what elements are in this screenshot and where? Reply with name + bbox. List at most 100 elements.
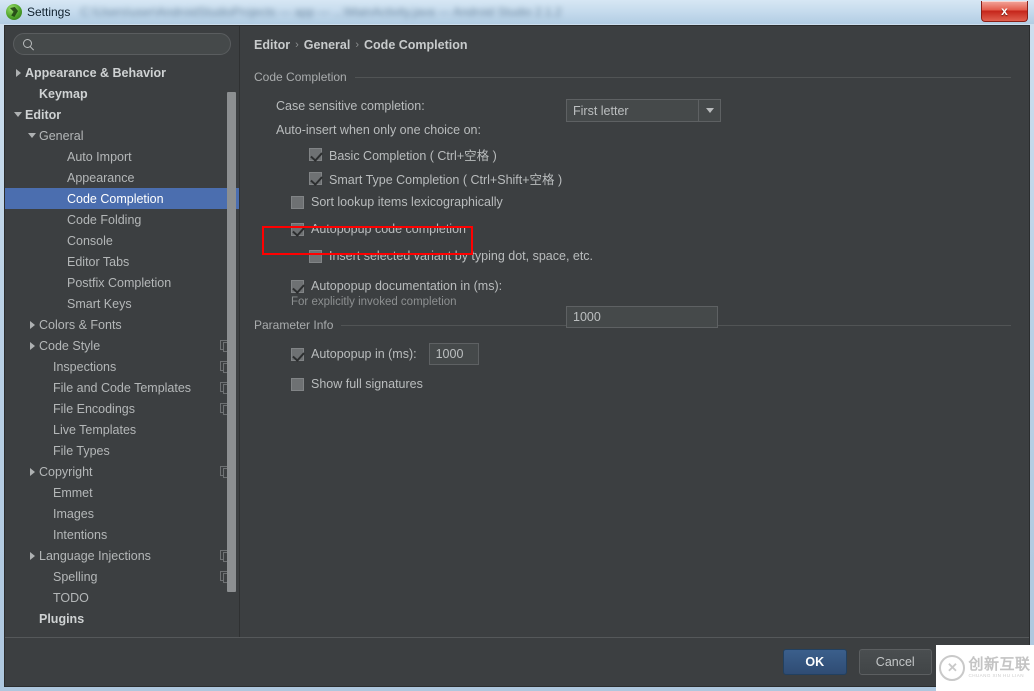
group-header-code-completion: Code Completion	[254, 70, 1015, 84]
chevron-right-icon[interactable]	[25, 552, 39, 560]
chevron-down-icon[interactable]	[25, 133, 39, 138]
sidebar-item-label: Intentions	[53, 527, 108, 542]
autopopup-documentation-input[interactable]	[566, 306, 718, 328]
window-title-blurred-suffix: C:\Users\user\AndroidStudioProjects — ap…	[80, 5, 562, 19]
sidebar-item-emmet[interactable]: Emmet	[5, 482, 239, 503]
breadcrumb-code-completion: Code Completion	[364, 38, 468, 52]
sidebar-item-postfix-completion[interactable]: Postfix Completion	[5, 272, 239, 293]
show-full-signatures-checkbox[interactable]	[291, 377, 304, 391]
settings-tree[interactable]: Appearance & Behavior Keymap Editor General…	[5, 60, 239, 637]
row-parameter-autopopup[interactable]: Autopopup in (ms):	[254, 342, 1015, 366]
group-title-code-completion: Code Completion	[254, 70, 347, 84]
sidebar-item-auto-import[interactable]: Auto Import	[5, 146, 239, 167]
breadcrumb: Editor › General › Code Completion	[254, 38, 1015, 52]
sidebar-item-language-injections[interactable]: Language Injections	[5, 545, 239, 566]
row-show-full-signatures[interactable]: Show full signatures	[254, 372, 1015, 396]
sidebar-item-editor[interactable]: Editor	[5, 104, 239, 125]
basic-completion-checkbox[interactable]	[309, 147, 322, 161]
insert-selected-variant-label: Insert selected variant by typing dot, s…	[329, 249, 594, 263]
sort-lookup-label: Sort lookup items lexicographically	[311, 195, 503, 209]
row-basic-completion[interactable]: Basic Completion ( Ctrl+空格 )	[254, 142, 1015, 166]
row-insert-selected-variant[interactable]: Insert selected variant by typing dot, s…	[254, 244, 1015, 268]
watermark: ✕ 创新互联 CHUANG XIN HU LIAN	[936, 645, 1034, 691]
watermark-logo-icon: ✕	[939, 655, 966, 681]
group-title-parameter-info: Parameter Info	[254, 318, 334, 332]
sidebar-item-colors-fonts[interactable]: Colors & Fonts	[5, 314, 239, 335]
sidebar-item-label: Auto Import	[67, 149, 132, 164]
sidebar-item-label: File Types	[53, 443, 110, 458]
sidebar-scrollbar-thumb[interactable]	[227, 92, 236, 592]
case-sensitive-combo[interactable]: First letter	[566, 99, 721, 122]
search-box[interactable]	[13, 33, 231, 55]
breadcrumb-general[interactable]: General	[304, 38, 351, 52]
sidebar-item-copyright[interactable]: Copyright	[5, 461, 239, 482]
android-studio-icon	[6, 4, 22, 20]
sidebar-item-todo[interactable]: TODO	[5, 587, 239, 608]
close-icon: x	[1001, 4, 1008, 18]
sidebar-item-code-style[interactable]: Code Style	[5, 335, 239, 356]
ok-button[interactable]: OK	[782, 649, 847, 676]
sidebar-item-code-folding[interactable]: Code Folding	[5, 209, 239, 230]
sidebar-item-inspections[interactable]: Inspections	[5, 356, 239, 377]
sidebar-item-label: Editor Tabs	[67, 254, 130, 269]
sidebar-item-appearance[interactable]: Appearance	[5, 167, 239, 188]
group-divider-line	[354, 76, 1011, 78]
parameter-autopopup-label: Autopopup in (ms):	[311, 347, 417, 361]
sidebar-item-spelling[interactable]: Spelling	[5, 566, 239, 587]
sidebar-item-label: Postfix Completion	[67, 275, 172, 290]
sidebar-item-keymap[interactable]: Keymap	[5, 83, 239, 104]
row-autopopup-code-completion[interactable]: Autopopup code completion	[254, 217, 1015, 241]
chevron-right-icon[interactable]	[25, 468, 39, 476]
dialog-button-bar: OK Cancel Apply	[5, 637, 1029, 686]
settings-detail-pane: Editor › General › Code Completion Code …	[240, 26, 1029, 638]
chevron-down-icon[interactable]	[698, 100, 720, 121]
basic-completion-label: Basic Completion ( Ctrl+空格 )	[329, 148, 497, 163]
sidebar-item-intentions[interactable]: Intentions	[5, 524, 239, 545]
breadcrumb-editor[interactable]: Editor	[254, 38, 290, 52]
sidebar-item-file-encodings[interactable]: File Encodings	[5, 398, 239, 419]
sidebar-item-live-templates[interactable]: Live Templates	[5, 419, 239, 440]
case-sensitive-combo-value: First letter	[573, 103, 629, 118]
autopopup-documentation-checkbox[interactable]	[291, 279, 304, 293]
autopopup-documentation-label: Autopopup documentation in (ms):	[311, 279, 503, 293]
row-smart-type-completion[interactable]: Smart Type Completion ( Ctrl+Shift+空格 )	[254, 166, 1015, 190]
sidebar-item-label: Code Completion	[67, 191, 164, 206]
row-sort-lookup[interactable]: Sort lookup items lexicographically	[254, 190, 1015, 214]
chevron-right-icon[interactable]	[25, 321, 39, 329]
cancel-button[interactable]: Cancel	[858, 649, 932, 676]
sidebar-item-label: Copyright	[39, 464, 93, 479]
autopopup-code-completion-label: Autopopup code completion	[311, 222, 466, 236]
parameter-autopopup-input[interactable]	[428, 343, 479, 365]
sidebar-item-general[interactable]: General	[5, 125, 239, 146]
sidebar-item-label: Appearance & Behavior	[25, 65, 167, 80]
sort-lookup-checkbox[interactable]	[291, 195, 304, 209]
sidebar-item-smart-keys[interactable]: Smart Keys	[5, 293, 239, 314]
sidebar-item-code-completion[interactable]: Code Completion	[5, 188, 239, 209]
sidebar-item-console[interactable]: Console	[5, 230, 239, 251]
group-parameter-info: Parameter Info Autopopup in (ms): Show f…	[254, 318, 1015, 396]
search-input[interactable]	[40, 35, 222, 53]
sidebar-item-file-types[interactable]: File Types	[5, 440, 239, 461]
smart-type-completion-label: Smart Type Completion ( Ctrl+Shift+空格 )	[329, 172, 563, 187]
sidebar-item-images[interactable]: Images	[5, 503, 239, 524]
sidebar-item-file-and-code-templates[interactable]: File and Code Templates	[5, 377, 239, 398]
insert-selected-variant-checkbox[interactable]	[309, 249, 322, 263]
sidebar-item-label: Language Injections	[39, 548, 151, 563]
chevron-down-icon[interactable]	[11, 112, 25, 117]
parameter-autopopup-checkbox[interactable]	[291, 347, 304, 361]
row-autopopup-documentation[interactable]: Autopopup documentation in (ms):	[254, 274, 1015, 298]
sidebar-item-label: Smart Keys	[67, 296, 132, 311]
sidebar-item-label: Code Style	[39, 338, 101, 353]
sidebar-item-label: Code Folding	[67, 212, 142, 227]
sidebar-item-plugins[interactable]: Plugins	[5, 608, 239, 629]
sidebar-item-label: File and Code Templates	[53, 380, 192, 395]
chevron-right-icon[interactable]	[11, 69, 25, 77]
close-button[interactable]: x	[981, 1, 1028, 22]
show-full-signatures-label: Show full signatures	[311, 377, 423, 391]
sidebar-item-appearance-behavior[interactable]: Appearance & Behavior	[5, 62, 239, 83]
chevron-right-icon[interactable]	[25, 342, 39, 350]
smart-type-completion-checkbox[interactable]	[309, 171, 322, 185]
sidebar-item-editor-tabs[interactable]: Editor Tabs	[5, 251, 239, 272]
settings-dialog: Appearance & Behavior Keymap Editor General…	[4, 25, 1030, 687]
autopopup-code-completion-checkbox[interactable]	[291, 222, 304, 236]
